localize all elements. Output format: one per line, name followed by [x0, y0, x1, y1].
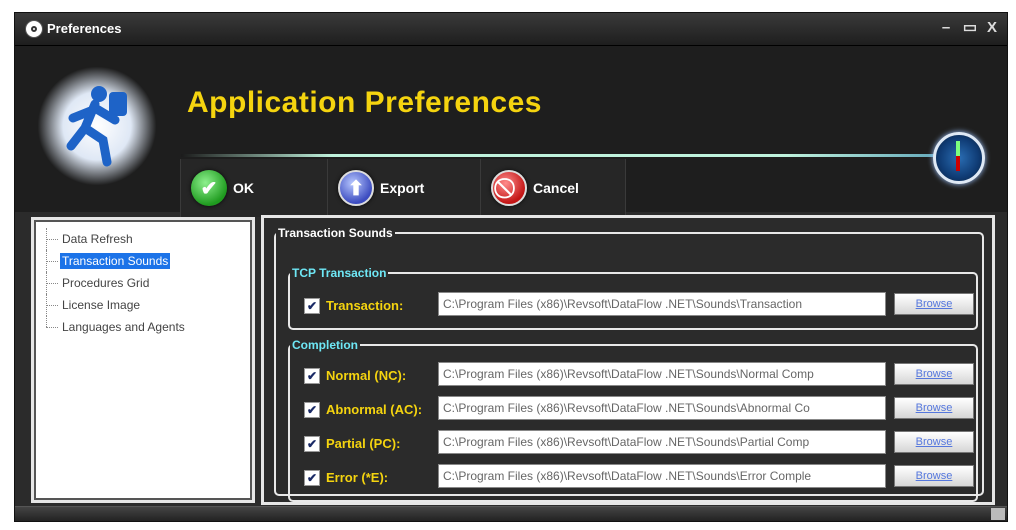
partial-browse-button[interactable]: Browse [894, 431, 974, 453]
tree-item-procedures-grid[interactable]: Procedures Grid [40, 272, 246, 294]
cancel-button[interactable]: ⃠ Cancel [480, 159, 626, 217]
cancel-icon: ⃠ [491, 170, 527, 206]
tree-item-license-image[interactable]: License Image [40, 294, 246, 316]
tcp-transaction-legend: TCP Transaction [292, 266, 387, 280]
runner-icon [37, 66, 157, 186]
sound-row-abnormal: ✔ Abnormal (AC): C:\Program Files (x86)\… [300, 396, 974, 424]
header: Application Preferences ✔ OK ⬆ Export ⃠ … [15, 46, 1007, 217]
transaction-sounds-group: Transaction Sounds TCP Transaction ✔ Tra… [274, 226, 984, 502]
tree-item-label: Procedures Grid [62, 276, 150, 290]
abnormal-label: Abnormal (AC): [326, 402, 423, 417]
tree-item-label: License Image [62, 298, 141, 312]
tree-item-label: Data Refresh [62, 232, 133, 246]
error-browse-button[interactable]: Browse [894, 465, 974, 487]
tree-item-data-refresh[interactable]: Data Refresh [40, 228, 246, 250]
completion-group: Completion ✔ Normal (NC): C:\Program Fil… [288, 338, 978, 502]
sound-row-error: ✔ Error (*E): C:\Program Files (x86)\Rev… [300, 464, 974, 492]
window-title: Preferences [47, 21, 122, 36]
ok-button-label: OK [233, 180, 254, 196]
sound-row-partial: ✔ Partial (PC): C:\Program Files (x86)\R… [300, 430, 974, 458]
normal-path-field[interactable]: C:\Program Files (x86)\Revsoft\DataFlow … [438, 362, 886, 386]
status-bar [15, 506, 1007, 521]
content-panel: Transaction Sounds TCP Transaction ✔ Tra… [261, 215, 995, 505]
tree-item-label: Languages and Agents [62, 320, 185, 334]
ok-button[interactable]: ✔ OK [180, 159, 328, 217]
transaction-sounds-legend: Transaction Sounds [278, 226, 393, 240]
partial-checkbox[interactable]: ✔ [304, 436, 320, 452]
preferences-tree: Data Refresh Transaction Sounds Procedur… [31, 217, 255, 503]
tree-item-transaction-sounds[interactable]: Transaction Sounds [40, 250, 246, 272]
page-title: Application Preferences [187, 86, 542, 119]
normal-label: Normal (NC): [326, 368, 407, 383]
completion-legend: Completion [292, 338, 358, 352]
compass-icon [933, 132, 985, 184]
tree-item-languages-and-agents[interactable]: Languages and Agents [40, 316, 246, 338]
check-icon: ✔ [191, 170, 227, 206]
export-icon: ⬆ [338, 170, 374, 206]
normal-browse-button[interactable]: Browse [894, 363, 974, 385]
sound-row-normal: ✔ Normal (NC): C:\Program Files (x86)\Re… [300, 362, 974, 390]
cancel-button-label: Cancel [533, 180, 579, 196]
export-button[interactable]: ⬆ Export [327, 159, 481, 217]
tree-item-label: Transaction Sounds [60, 253, 171, 269]
error-path-field[interactable]: C:\Program Files (x86)\Revsoft\DataFlow … [438, 464, 886, 488]
error-label: Error (*E): [326, 470, 389, 485]
minimize-button[interactable]: – [935, 19, 957, 37]
resize-grip-icon[interactable] [991, 508, 1005, 520]
maximize-button[interactable]: ▭ [959, 19, 981, 37]
title-bar: Preferences – ▭ X [15, 13, 1007, 46]
transaction-label: Transaction: [326, 298, 404, 313]
transaction-checkbox[interactable]: ✔ [304, 298, 320, 314]
abnormal-browse-button[interactable]: Browse [894, 397, 974, 419]
abnormal-path-field[interactable]: C:\Program Files (x86)\Revsoft\DataFlow … [438, 396, 886, 420]
preferences-window: Preferences – ▭ X Application Preference… [14, 12, 1008, 522]
partial-label: Partial (PC): [326, 436, 401, 451]
partial-path-field[interactable]: C:\Program Files (x86)\Revsoft\DataFlow … [438, 430, 886, 454]
close-button[interactable]: X [981, 19, 1003, 37]
app-title-icon [25, 20, 43, 38]
export-button-label: Export [380, 180, 425, 196]
tcp-transaction-group: TCP Transaction ✔ Transaction: C:\Progra… [288, 266, 978, 330]
error-checkbox[interactable]: ✔ [304, 470, 320, 486]
normal-checkbox[interactable]: ✔ [304, 368, 320, 384]
abnormal-checkbox[interactable]: ✔ [304, 402, 320, 418]
transaction-path-field[interactable]: C:\Program Files (x86)\Revsoft\DataFlow … [438, 292, 886, 316]
header-divider [181, 154, 937, 157]
transaction-browse-button[interactable]: Browse [894, 293, 974, 315]
sound-row-transaction: ✔ Transaction: C:\Program Files (x86)\Re… [300, 292, 974, 320]
